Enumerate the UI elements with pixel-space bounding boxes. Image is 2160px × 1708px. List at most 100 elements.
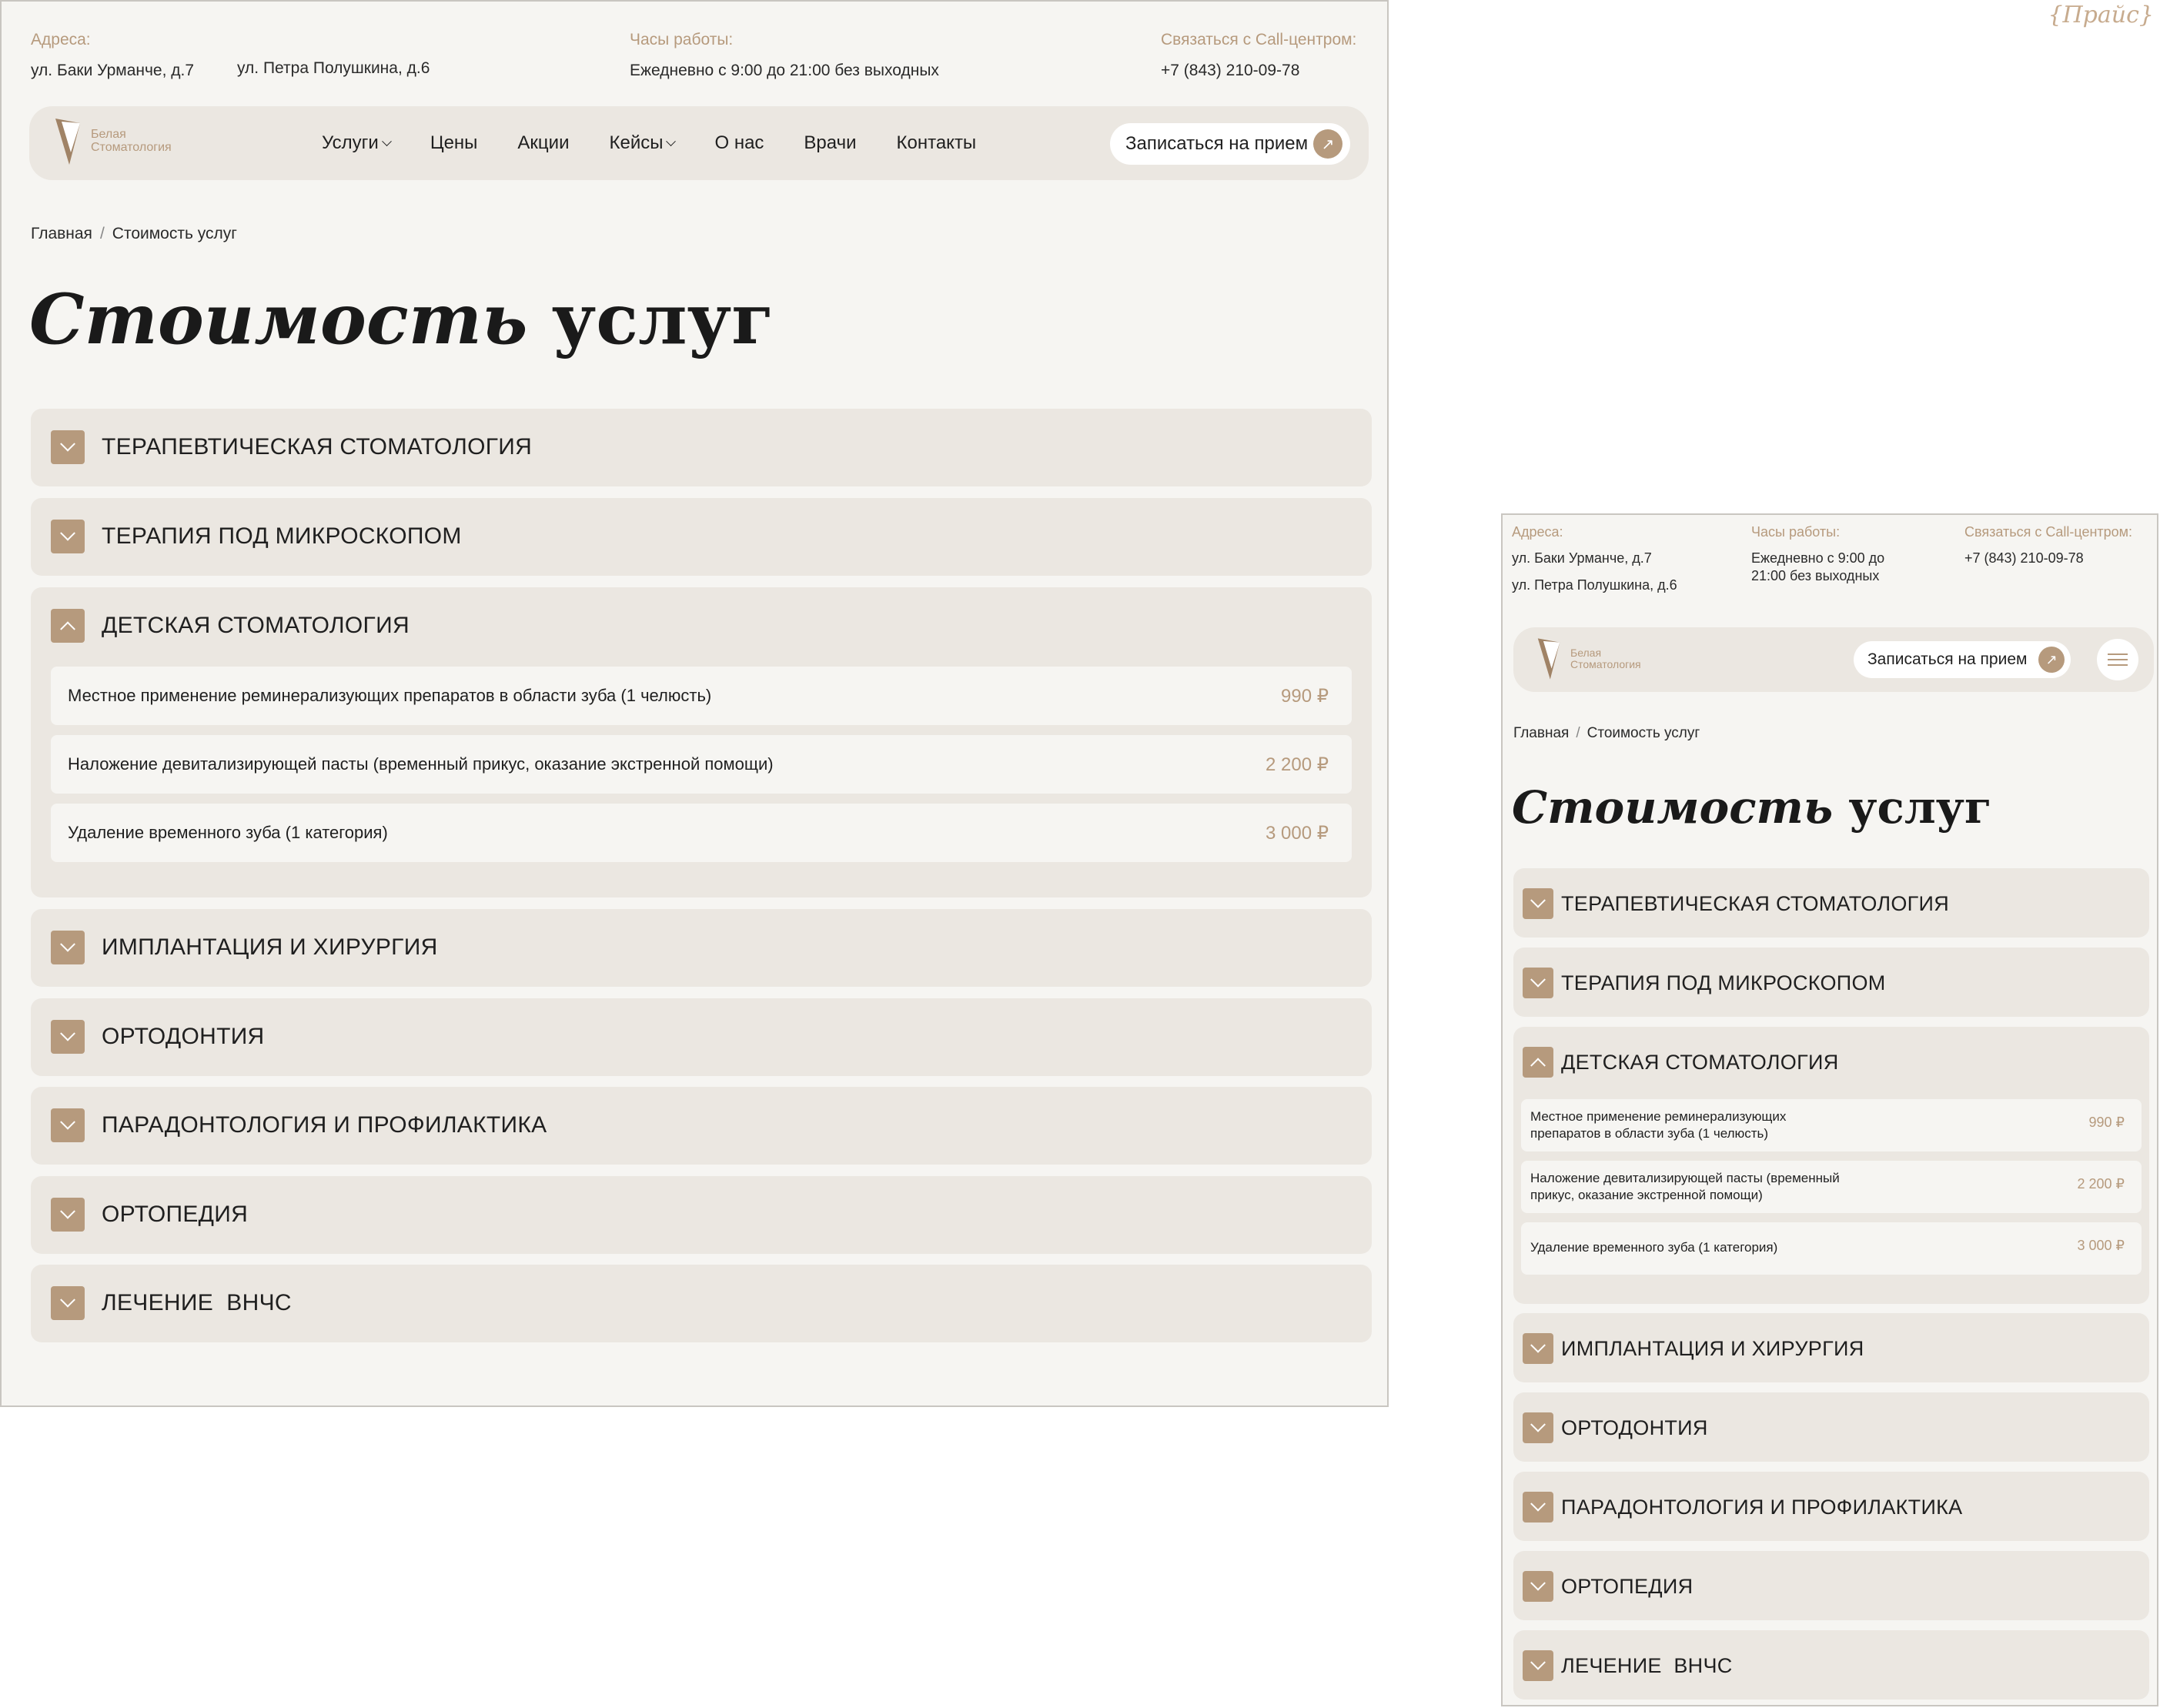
hamburger-icon [2108, 664, 2128, 666]
breadcrumb-home[interactable]: Главная [1513, 725, 1569, 741]
chevron-down-icon[interactable] [51, 1198, 85, 1232]
accordion-header[interactable]: ОРТОДОНТИЯ [51, 1018, 265, 1055]
chevron-down-icon[interactable] [51, 520, 85, 553]
accordion-title: ИМПЛАНТАЦИЯ И ХИРУРГИЯ [1561, 1336, 1864, 1360]
accordion-orthopedics[interactable]: ОРТОПЕДИЯ [1513, 1551, 2149, 1620]
chevron-down-icon[interactable] [1523, 1492, 1553, 1522]
accordion-title: ОРТОПЕДИЯ [102, 1202, 249, 1227]
accordion-header[interactable]: ОРТОПЕДИЯ [1523, 1571, 1693, 1602]
service-name-line: прикус, оказание экстренной помощи) [1530, 1188, 1763, 1203]
call-phone[interactable]: +7 (843) 210-09-78 [1161, 62, 1356, 80]
address-1[interactable]: ул. Баки Урманче, д.7 [1512, 550, 1677, 567]
chevron-down-icon[interactable] [1523, 968, 1553, 998]
accordion-title: ТЕРАПЕВТИЧЕСКАЯ СТОМАТОЛОГИЯ [102, 434, 533, 460]
accordion-title: ИМПЛАНТАЦИЯ И ХИРУРГИЯ [102, 934, 438, 960]
breadcrumb-current: Стоимость услуг [112, 225, 237, 242]
accordion-therapeutic[interactable]: ТЕРАПЕВТИЧЕСКАЯ СТОМАТОЛОГИЯ [31, 409, 1372, 486]
contacts-bar: Адреса: ул. Баки Урманче, д.7 ул. Петра … [31, 31, 1364, 85]
accordion-title: ОРТОПЕДИЯ [1561, 1574, 1694, 1598]
accordion-periodontology[interactable]: ПАРАДОНТОЛОГИЯ И ПРОФИЛАКТИКА [1513, 1472, 2149, 1541]
accordion-tmj[interactable]: ЛЕЧЕНИЕ ВНЧС [31, 1265, 1372, 1342]
chevron-down-icon[interactable] [51, 931, 85, 964]
accordion-header[interactable]: ЛЕЧЕНИЕ ВНЧС [1523, 1650, 1733, 1681]
price-row: Местное применение реминерализующих преп… [1521, 1099, 2142, 1151]
accordion-orthodontics[interactable]: ОРТОДОНТИЯ [1513, 1392, 2149, 1462]
accordion-header[interactable]: ПАРАДОНТОЛОГИЯ И ПРОФИЛАКТИКА [51, 1107, 547, 1144]
accordion-header[interactable]: ИМПЛАНТАЦИЯ И ХИРУРГИЯ [51, 929, 438, 966]
accordion-header[interactable]: ОРТОПЕДИЯ [51, 1196, 248, 1233]
nav-label: Контакты [896, 132, 977, 153]
accordion-header[interactable]: ЛЕЧЕНИЕ ВНЧС [51, 1285, 292, 1322]
call-phone[interactable]: +7 (843) 210-09-78 [1964, 550, 2132, 567]
accordion-tmj[interactable]: ЛЕЧЕНИЕ ВНЧС [1513, 1630, 2149, 1700]
desktop-page: Адреса: ул. Баки Урманче, д.7 ул. Петра … [0, 0, 1389, 1407]
accordion-header[interactable]: ТЕРАПЕВТИЧЕСКАЯ СТОМАТОЛОГИЯ [1523, 888, 1949, 919]
accordion-title: ЛЕЧЕНИЕ ВНЧС [1561, 1653, 1733, 1677]
nav-item-promotions[interactable]: Акции [517, 132, 569, 154]
nav-item-cases[interactable]: Кейсы [610, 132, 677, 154]
chevron-up-icon[interactable] [1523, 1047, 1553, 1078]
accordion-microscope[interactable]: ТЕРАПИЯ ПОД МИКРОСКОПОМ [1513, 948, 2149, 1017]
hours-line-2: 21:00 без выходных [1751, 568, 1880, 584]
nav-item-services[interactable]: Услуги [322, 132, 392, 154]
hamburger-menu-button[interactable] [2097, 639, 2138, 680]
price-row: Наложение девитализирующей пасты (времен… [51, 735, 1352, 794]
accordion-header[interactable]: ТЕРАПИЯ ПОД МИКРОСКОПОМ [1523, 968, 1886, 998]
service-name: Наложение девитализирующей пасты (времен… [68, 754, 774, 774]
accordion-header[interactable]: ДЕТСКАЯ СТОМАТОЛОГИЯ [1523, 1047, 1839, 1078]
nav-label: Акции [517, 132, 570, 153]
address-1[interactable]: ул. Баки Урманче, д.7 [31, 62, 194, 80]
accordion-header[interactable]: ТЕРАПЕВТИЧЕСКАЯ СТОМАТОЛОГИЯ [51, 429, 532, 466]
accordion-header[interactable]: ОРТОДОНТИЯ [1523, 1412, 1708, 1443]
hamburger-icon [2108, 653, 2128, 655]
accordion-periodontology[interactable]: ПАРАДОНТОЛОГИЯ И ПРОФИЛАКТИКА [31, 1087, 1372, 1165]
chevron-down-icon [666, 135, 677, 146]
chevron-down-icon[interactable] [1523, 1412, 1553, 1443]
logo[interactable]: Белая Стоматология [1536, 637, 1641, 681]
book-appointment-button[interactable]: Записаться на прием ↗ [1854, 641, 2071, 678]
chevron-down-icon[interactable] [1523, 1571, 1553, 1602]
book-appointment-button[interactable]: Записаться на прием ↗ [1110, 123, 1350, 165]
address-2[interactable]: ул. Петра Полушкина, д.6 [1512, 577, 1677, 594]
hours-value: Ежедневно с 9:00 до 21:00 без выходных [630, 62, 939, 79]
address-2[interactable]: ул. Петра Полушкина, д.6 [237, 59, 430, 78]
accordion-orthodontics[interactable]: ОРТОДОНТИЯ [31, 998, 1372, 1076]
service-name: Местное применение реминерализующих преп… [1530, 1108, 1786, 1142]
nav-item-prices[interactable]: Цены [430, 132, 478, 154]
nav-item-contacts[interactable]: Контакты [897, 132, 977, 154]
accordion-microscope[interactable]: ТЕРАПИЯ ПОД МИКРОСКОПОМ [31, 498, 1372, 576]
hours-block: Часы работы: Ежедневно с 9:00 до 21:00 б… [630, 31, 939, 80]
logo[interactable]: Белая Стоматология [54, 117, 172, 166]
chevron-down-icon[interactable] [1523, 1650, 1553, 1681]
accordion-therapeutic[interactable]: ТЕРАПЕВТИЧЕСКАЯ СТОМАТОЛОГИЯ [1513, 868, 2149, 938]
nav-item-about[interactable]: О нас [714, 132, 764, 154]
accordion-header[interactable]: ПАРАДОНТОЛОГИЯ И ПРОФИЛАКТИКА [1523, 1492, 1963, 1522]
breadcrumb: Главная / Стоимость услуг [31, 225, 237, 243]
chevron-down-icon[interactable] [1523, 1333, 1553, 1364]
accordion-header[interactable]: ДЕТСКАЯ СТОМАТОЛОГИЯ [51, 607, 410, 644]
logo-line-2: Стоматология [1570, 658, 1641, 670]
chevron-down-icon[interactable] [51, 1020, 85, 1054]
chevron-down-icon[interactable] [51, 1286, 85, 1320]
breadcrumb-home[interactable]: Главная [31, 225, 92, 242]
chevron-down-icon[interactable] [51, 430, 85, 464]
accordion-header[interactable]: ТЕРАПИЯ ПОД МИКРОСКОПОМ [51, 518, 462, 555]
service-price: 3 000 ₽ [1266, 823, 1329, 844]
call-label: Связаться с Call-центром: [1161, 31, 1357, 48]
chevron-up-icon[interactable] [51, 609, 85, 643]
nav-menu: Услуги Цены Акции Кейсы О нас Врачи Конт… [322, 106, 1016, 180]
accordion-pediatric-expanded: ДЕТСКАЯ СТОМАТОЛОГИЯ Местное применение … [31, 587, 1372, 897]
chevron-down-icon[interactable] [1523, 888, 1553, 919]
cta-label: Записаться на прием [1867, 650, 2028, 668]
accordion-implantation[interactable]: ИМПЛАНТАЦИЯ И ХИРУРГИЯ [1513, 1313, 2149, 1382]
price-row: Местное применение реминерализующих преп… [51, 667, 1352, 725]
hamburger-icon [2108, 659, 2128, 660]
nav-item-doctors[interactable]: Врачи [804, 132, 856, 154]
accordion-header[interactable]: ИМПЛАНТАЦИЯ И ХИРУРГИЯ [1523, 1333, 1864, 1364]
chevron-down-icon[interactable] [51, 1108, 85, 1142]
main-navigation: Белая Стоматология Услуги Цены Акции Кей… [29, 106, 1369, 180]
nav-label: Цены [430, 132, 478, 153]
address-label: Адреса: [1512, 524, 1563, 540]
accordion-orthopedics[interactable]: ОРТОПЕДИЯ [31, 1176, 1372, 1254]
accordion-implantation[interactable]: ИМПЛАНТАЦИЯ И ХИРУРГИЯ [31, 909, 1372, 987]
